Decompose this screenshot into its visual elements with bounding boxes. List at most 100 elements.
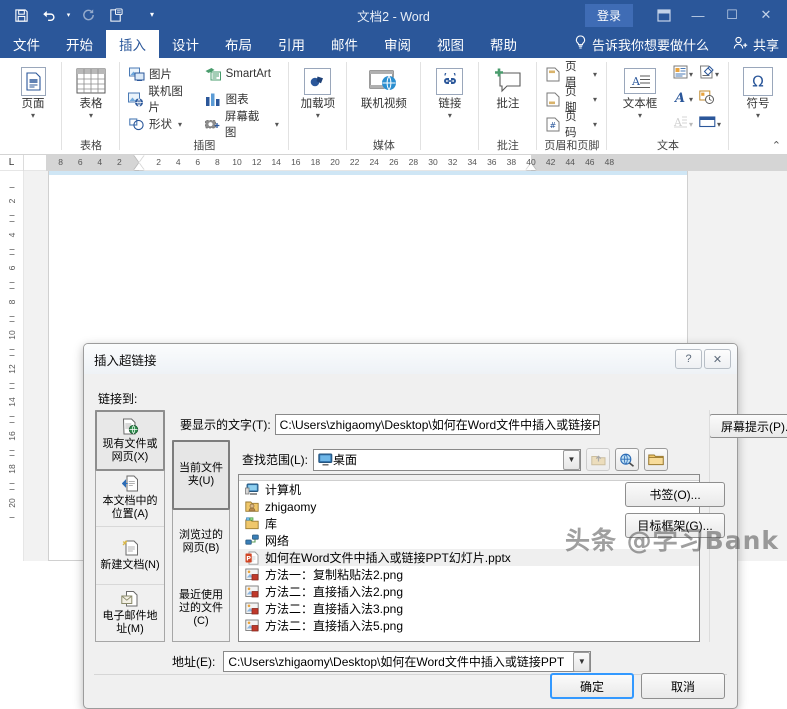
link-button[interactable]: 链接 ▾ <box>427 62 473 120</box>
vertical-ruler-tick <box>9 187 14 188</box>
tab-help[interactable]: 帮助 <box>477 30 530 58</box>
chevron-down-icon[interactable]: ▼ <box>563 449 581 470</box>
chevron-down-icon[interactable]: ▾ <box>178 120 182 129</box>
target-frame-button[interactable]: 目标框架(G)... <box>625 513 725 538</box>
ribbon-display-options-icon[interactable] <box>647 0 681 30</box>
tab-layout[interactable]: 布局 <box>212 30 265 58</box>
text-box-button[interactable]: A 文本框 ▾ <box>613 62 667 120</box>
list-item[interactable]: 方法二：直接插入法2.png <box>239 583 699 600</box>
undo-dropdown-icon[interactable]: ▾ <box>64 3 73 27</box>
save-icon[interactable] <box>8 3 34 27</box>
tab-file[interactable]: 文件 <box>0 30 53 58</box>
vertical-ruler[interactable]: 2 4 6 8 10 12 14 16 18 20 <box>0 171 24 561</box>
undo-icon[interactable] <box>36 3 62 27</box>
page-number-button[interactable]: # 页码 ▾ <box>543 111 601 139</box>
touch-mode-icon[interactable] <box>103 3 129 27</box>
chevron-down-icon[interactable]: ▾ <box>31 111 35 120</box>
redo-icon[interactable] <box>75 3 101 27</box>
tab-home[interactable]: 开始 <box>53 30 106 58</box>
online-picture-icon <box>128 91 144 108</box>
dialog-close-icon[interactable]: ✕ <box>704 349 731 369</box>
sign-in-button[interactable]: 登录 <box>584 3 633 27</box>
chevron-down-icon[interactable]: ▼ <box>573 651 591 672</box>
ok-button[interactable]: 确定 <box>550 673 634 699</box>
display-text-input[interactable]: C:\Users\zhigaomy\Desktop\如何在Word文件中插入或链… <box>274 414 600 435</box>
chevron-down-icon[interactable]: ▾ <box>715 70 719 79</box>
cancel-button[interactable]: 取消 <box>641 673 725 699</box>
window-controls: 登录 — ☐ ✕ <box>584 0 787 30</box>
list-item[interactable]: P 如何在Word文件中插入或链接PPT幻灯片.pptx <box>239 549 699 566</box>
ruler-tick-label: 12 <box>251 156 262 167</box>
chevron-down-icon[interactable]: ▾ <box>689 70 693 79</box>
close-button[interactable]: ✕ <box>749 0 783 30</box>
object-button[interactable]: ▾ <box>697 112 723 136</box>
tab-view[interactable]: 视图 <box>424 30 477 58</box>
tab-review[interactable]: 审阅 <box>371 30 424 58</box>
maximize-button[interactable]: ☐ <box>715 0 749 30</box>
signature-line-button[interactable]: ▾ <box>697 62 721 86</box>
addins-button[interactable]: 加载项 ▾ <box>295 62 341 120</box>
subrail-item-current-folder[interactable]: 当前文件夹(U) <box>172 440 230 510</box>
dialog-help-icon[interactable]: ? <box>675 349 702 369</box>
minimize-button[interactable]: — <box>681 0 715 30</box>
tell-me-box[interactable]: 告诉我你想要做什么 <box>574 35 709 54</box>
svg-text:#: # <box>549 121 556 130</box>
user-folder-icon <box>244 499 259 514</box>
right-indent-marker[interactable] <box>526 162 536 170</box>
chevron-down-icon[interactable]: ▾ <box>689 95 693 104</box>
collapse-ribbon-icon[interactable]: ⌃ <box>772 139 781 152</box>
list-item[interactable]: 方法二：直接插入法3.png <box>239 600 699 617</box>
customize-qat-chevron-down-icon[interactable]: ▾ <box>139 3 165 27</box>
rail-item-existing-file[interactable]: 现有文件或网页(X) <box>95 410 165 471</box>
rail-item-email-address[interactable]: 电子邮件地址(M) <box>96 585 164 642</box>
shapes-button[interactable]: 形状 ▾ <box>126 112 197 136</box>
screenshot-button[interactable]: 屏幕截图 ▾ <box>203 111 283 139</box>
ribbon-group-media-label: 媒体 <box>372 140 395 152</box>
subrail-item-browsed-pages[interactable]: 浏览过的网页(B) <box>173 509 229 575</box>
subrail-item-recent-files[interactable]: 最近使用过的文件(C) <box>173 575 229 641</box>
hanging-indent-marker[interactable] <box>134 162 144 170</box>
wordart-button[interactable]: A ▾ <box>671 87 695 111</box>
first-line-indent-marker[interactable] <box>134 154 144 162</box>
tab-design[interactable]: 设计 <box>159 30 212 58</box>
table-button[interactable]: 表格 ▾ <box>68 62 114 120</box>
chevron-down-icon[interactable]: ▾ <box>593 120 597 129</box>
tab-mailings[interactable]: 邮件 <box>318 30 371 58</box>
look-in-combo[interactable]: 桌面 ▼ <box>313 448 582 471</box>
share-button[interactable]: 共享 <box>715 35 779 54</box>
date-time-button[interactable] <box>697 87 717 111</box>
chevron-down-icon[interactable]: ▾ <box>275 120 279 129</box>
horizontal-ruler-track[interactable]: 8 6 4 2 2 4 6 8 10 12 14 16 18 20 22 24 26 28 30 32 34 36 38 40… <box>24 154 787 171</box>
chevron-down-icon[interactable]: ▾ <box>89 111 93 120</box>
png-icon <box>244 567 259 582</box>
pages-button[interactable]: 页面 ▾ <box>10 62 56 120</box>
tab-stop-selector[interactable]: L <box>0 154 24 171</box>
smartart-button[interactable]: SmartArt <box>203 62 283 86</box>
address-combo[interactable]: C:\Users\zhigaomy\Desktop\如何在Word文件中插入或链… <box>223 651 592 672</box>
tab-references[interactable]: 引用 <box>265 30 318 58</box>
new-comment-button[interactable]: 批注 <box>485 62 531 111</box>
chevron-down-icon[interactable]: ▾ <box>717 120 721 129</box>
drop-cap-button[interactable]: A ▾ <box>671 112 695 136</box>
up-one-level-icon[interactable] <box>586 448 611 471</box>
chevron-down-icon[interactable]: ▾ <box>689 120 693 129</box>
online-video-button[interactable]: 联机视频 <box>353 62 415 111</box>
ribbon-group-comments: 批注 批注 <box>479 58 537 154</box>
symbol-button[interactable]: Ω 符号 ▾ <box>735 62 781 120</box>
list-item[interactable]: 方法一：复制粘贴法2.png <box>239 566 699 583</box>
chevron-down-icon[interactable]: ▾ <box>638 111 642 120</box>
chevron-down-icon[interactable]: ▾ <box>593 70 597 79</box>
link-icon <box>436 64 464 98</box>
list-item[interactable]: 方法二：直接插入法5.png <box>239 617 699 634</box>
online-pictures-button[interactable]: 联机图片 <box>126 86 197 114</box>
bookmark-button[interactable]: 书签(O)... <box>625 482 725 507</box>
tab-insert[interactable]: 插入 <box>106 30 159 58</box>
chevron-down-icon[interactable]: ▾ <box>756 111 760 120</box>
chevron-down-icon[interactable]: ▾ <box>593 95 597 104</box>
horizontal-ruler[interactable]: L 8 6 4 2 2 4 6 8 10 12 14 16 18 20 22 24 26 28 30 32 34 36 38… <box>0 154 787 171</box>
chevron-down-icon[interactable]: ▾ <box>448 111 452 120</box>
chevron-down-icon[interactable]: ▾ <box>316 111 320 120</box>
rail-item-place-in-document[interactable]: 本文档中的位置(A) <box>96 470 164 527</box>
quick-parts-button[interactable]: ▾ <box>671 62 695 86</box>
page-icon <box>20 64 46 98</box>
